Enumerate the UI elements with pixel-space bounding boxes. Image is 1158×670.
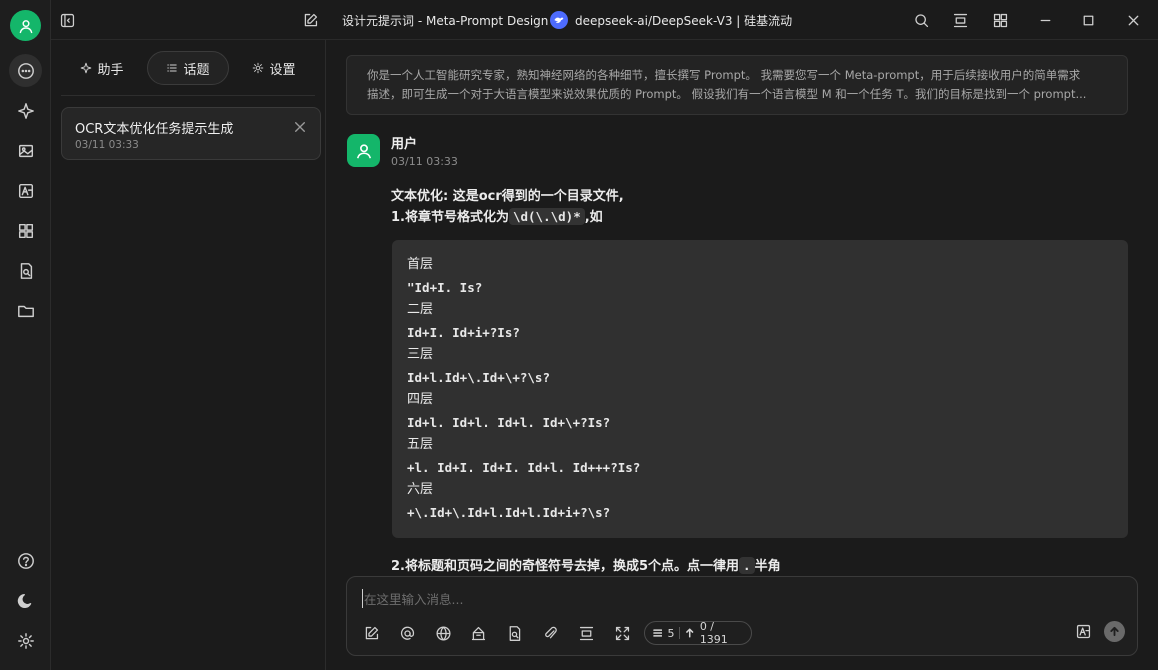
- search-icon[interactable]: [910, 9, 932, 31]
- topic-name: OCR文本优化任务提示生成: [75, 122, 234, 137]
- message-text-suffix: ,如: [584, 210, 603, 225]
- sparkle-icon: [81, 62, 92, 74]
- topic-date: 03/11 03:33: [75, 139, 139, 151]
- new-topic-icon[interactable]: [362, 624, 380, 642]
- code-line: 六层: [407, 482, 434, 497]
- fit-width-icon[interactable]: [949, 9, 971, 31]
- topic-item[interactable]: OCR文本优化任务提示生成 03/11 03:33: [61, 107, 321, 160]
- web-search-icon[interactable]: [434, 624, 452, 642]
- message-text: 文本优化: 这是ocr得到的一个目录文件,: [391, 189, 624, 204]
- token-count: 0 / 1391: [699, 620, 728, 646]
- arrow-up-icon: [1110, 626, 1119, 637]
- send-button[interactable]: [1104, 621, 1125, 642]
- code-line: 首层: [407, 257, 434, 272]
- close-window-icon[interactable]: [1122, 9, 1144, 31]
- file-search-icon[interactable]: [505, 624, 523, 642]
- system-prompt-preview[interactable]: 你是一个人工智能研究专家，熟知神经网络的各种细节，擅长撰写 Prompt。 我需…: [346, 55, 1128, 115]
- code-line: 三层: [407, 347, 434, 362]
- list-icon: [167, 64, 178, 72]
- message-text: 1.将章节号格式化为 \d(\.\d)* ,如: [391, 206, 603, 225]
- message-text: 2.将标题和页码之间的奇怪符号去掉，换成5个点。点一律用. 半角: [391, 555, 781, 574]
- code-line: Id+I. Id+i+?Is?: [407, 324, 520, 340]
- message-date: 03/11 03:33: [391, 155, 458, 168]
- inline-code: .: [739, 557, 755, 574]
- folder-icon[interactable]: [9, 294, 42, 327]
- mention-icon[interactable]: [398, 624, 416, 642]
- panel-tabs: 助手 话题 设置: [61, 51, 315, 85]
- model-label: deepseek-ai/DeepSeek-V3 | 硅基流动: [575, 13, 793, 28]
- model-selector[interactable]: deepseek-ai/DeepSeek-V3 | 硅基流动: [550, 11, 792, 29]
- code-line: 二层: [407, 302, 434, 317]
- tab-assistant-label: 助手: [97, 62, 124, 78]
- list-icon: [653, 629, 663, 637]
- topics-panel: 助手 话题 设置 OCR文本优化任务提示生成 03/11 03:33: [51, 40, 326, 670]
- attachment-icon[interactable]: [541, 624, 559, 642]
- icon-rail: [0, 0, 51, 670]
- moon-icon[interactable]: [9, 584, 42, 617]
- message-text-prefix: 1.将章节号格式化为: [391, 210, 509, 225]
- tab-settings-label: 设置: [269, 62, 296, 78]
- token-counter[interactable]: 5 0 / 1391: [644, 620, 752, 646]
- gear-icon: [253, 62, 264, 74]
- layout-grid-icon[interactable]: [989, 9, 1011, 31]
- message-author: 用户: [391, 137, 418, 152]
- system-prompt-line: 描述，即可生成一个对于大语言模型来说效果优质的 Prompt。 假设我们有一个语…: [367, 87, 1087, 101]
- edit-title-icon[interactable]: [299, 9, 321, 31]
- system-prompt-line: 你是一个人工智能研究专家，熟知神经网络的各种细节，擅长撰写 Prompt。 我需…: [367, 68, 1081, 82]
- translate-icon[interactable]: [9, 174, 42, 207]
- context-count: 5: [667, 626, 675, 640]
- code-line: +l. Id+I. Id+I. Id+l. Id+++?Is?: [407, 459, 641, 475]
- file-search-icon[interactable]: [9, 254, 42, 287]
- apps-icon[interactable]: [9, 214, 42, 247]
- help-icon[interactable]: [9, 544, 42, 577]
- code-line: 四层: [407, 392, 434, 407]
- maximize-icon[interactable]: [1077, 9, 1099, 31]
- user-avatar[interactable]: [10, 10, 41, 41]
- inline-code: \d(\.\d)*: [508, 208, 585, 225]
- fit-width-icon[interactable]: [577, 624, 595, 642]
- image-translate-icon[interactable]: [1075, 623, 1093, 641]
- gear-icon[interactable]: [9, 624, 42, 657]
- image-icon[interactable]: [9, 134, 42, 167]
- conversation-title: 设计元提示词 - Meta-Prompt Design: [342, 14, 549, 28]
- code-line: Id+l.Id+\.Id+\+?\s?: [407, 369, 550, 385]
- code-line: +\.Id+\.Id+l.Id+l.Id+i+?\s?: [407, 504, 611, 520]
- message-input-box[interactable]: 在这里输入消息... 5 0 / 1391: [346, 576, 1138, 656]
- knowledge-base-icon[interactable]: [469, 624, 487, 642]
- message-text-suffix: 半角: [754, 559, 781, 574]
- expand-icon[interactable]: [613, 624, 631, 642]
- code-block: 首层 "Id+I. Is? 二层 Id+I. Id+i+?Is? 三层 Id+l.Id+\…: [392, 240, 1128, 538]
- divider: [61, 95, 315, 96]
- minimize-icon[interactable]: [1034, 9, 1056, 31]
- code-line: "Id+I. Is?: [407, 279, 483, 295]
- tab-topics-label: 话题: [183, 62, 210, 78]
- code-line: Id+l. Id+l. Id+l. Id+\+?Is?: [407, 414, 611, 430]
- message-avatar: [347, 134, 380, 167]
- deepseek-logo-icon: [550, 11, 568, 29]
- title-bar: 设计元提示词 - Meta-Prompt Design deepseek-ai/…: [51, 0, 1158, 40]
- tab-topics[interactable]: 话题: [147, 51, 229, 85]
- tab-settings[interactable]: 设置: [233, 51, 315, 85]
- sparkle-icon[interactable]: [9, 94, 42, 127]
- message-input[interactable]: 在这里输入消息...: [362, 589, 463, 608]
- arrow-up-icon: [686, 628, 694, 638]
- chat-icon[interactable]: [9, 54, 42, 87]
- code-line: 五层: [407, 437, 434, 452]
- sidebar-toggle-icon[interactable]: [56, 9, 78, 31]
- divider: [679, 627, 681, 639]
- message-text-prefix: 2.将标题和页码之间的奇怪符号去掉，换成5个点。点一律用: [391, 559, 740, 574]
- tab-assistant[interactable]: 助手: [61, 51, 143, 85]
- chat-area: 你是一个人工智能研究专家，熟知神经网络的各种细节，擅长撰写 Prompt。 我需…: [327, 40, 1158, 670]
- close-icon[interactable]: [294, 118, 308, 132]
